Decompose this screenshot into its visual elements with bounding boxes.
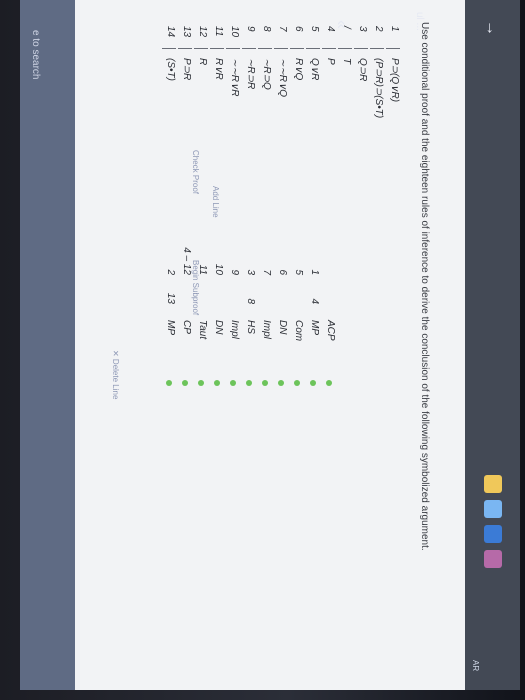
app-screen: Use conditional proof and the eighteen r… [20, 0, 520, 690]
statement: ∼R⊃Q [261, 58, 272, 90]
justification-ref: 5 [293, 269, 304, 275]
proof-line[interactable]: 10 ∼∼R∨R 9 Impl [226, 0, 240, 690]
photos-icon[interactable] [484, 550, 502, 568]
proof-line[interactable]: 13 P⊃R 4 – 12 CP [178, 0, 192, 690]
edge-icon[interactable] [484, 525, 502, 543]
statement: P⊃(Q∨R) [389, 58, 400, 103]
justification-rule: DN [213, 320, 224, 335]
justification-ref: 3 [245, 269, 256, 275]
statement: Q∨R [309, 58, 320, 81]
justification-rule: Com [293, 320, 304, 342]
justification-ref: 7 [261, 269, 272, 275]
proof-line[interactable]: 2 (P⊃R)⊃(S•T) [370, 0, 384, 690]
justification-rule: MP [309, 320, 320, 335]
status-dot [198, 380, 204, 386]
add-line-button[interactable]: Add Line [211, 186, 220, 218]
justification-ref: 2 [165, 269, 176, 275]
statement: ∼R⊃R [245, 58, 256, 90]
proof-line[interactable]: 9 ∼R⊃R 3 8 HS [242, 0, 256, 690]
justification-rule: DN [277, 320, 288, 335]
justification-ref: 1 [309, 269, 320, 275]
statement: P [325, 58, 336, 65]
proof-line[interactable]: 5 Q∨R 1 4 MP [306, 0, 320, 690]
justification-ref2: 8 [245, 298, 256, 304]
justification-ref: 6 [277, 269, 288, 275]
proof-line[interactable]: 4 P ACP [322, 0, 336, 690]
statement: ∼∼R∨R [229, 58, 240, 97]
proof-line[interactable]: 8 ∼R⊃Q 7 Impl [258, 0, 272, 690]
proof-line[interactable]: 11 R∨R 10 DN [210, 0, 224, 690]
proof-line[interactable]: 1 P⊃(Q∨R) [386, 0, 400, 690]
proof-line[interactable]: 12 R 11 Taut [194, 0, 208, 690]
status-dot [166, 380, 172, 386]
collapse-chevron-icon[interactable]: « [332, 20, 350, 29]
proof-line[interactable]: 6 R∨Q 5 Com [290, 0, 304, 690]
justification-rule: ACP [325, 320, 336, 341]
proof-line[interactable]: 3 Q⊃R [354, 0, 368, 690]
instruction-text: Use conditional proof and the eighteen r… [419, 22, 430, 551]
justification-ref2: 13 [165, 292, 176, 304]
taskbar [20, 0, 75, 690]
statement: Q⊃R [357, 58, 368, 82]
proof-line[interactable]: 14 (S•T) 2 13 MP [162, 0, 176, 690]
status-dot [246, 380, 252, 386]
status-dot [278, 380, 284, 386]
file-explorer-icon[interactable] [484, 475, 502, 493]
statement: R [197, 58, 208, 66]
status-dot [310, 380, 316, 386]
side-controls: « → ul ... [20, 0, 520, 55]
statement: ∼∼R∨Q [277, 58, 288, 98]
check-proof-button[interactable]: Check Proof [191, 150, 200, 194]
status-dot [182, 380, 188, 386]
justification-ref: 10 [213, 263, 224, 275]
corner-label: AR [471, 660, 480, 672]
statement: R∨Q [293, 58, 304, 81]
proof-line[interactable]: 7 ∼∼R∨Q 6 DN [274, 0, 288, 690]
statement: P⊃R [181, 58, 192, 81]
justification-ref2: 4 [309, 298, 320, 304]
status-dot [230, 380, 236, 386]
begin-subproof-button[interactable]: Begin Subproof [191, 260, 200, 315]
list-label: ul ... [414, 12, 425, 31]
justification-ref: 9 [229, 269, 240, 275]
taskbar-icons [465, 465, 520, 625]
status-dot [214, 380, 220, 386]
status-dot [262, 380, 268, 386]
status-dot [294, 380, 300, 386]
taskbar-search[interactable]: e to search [30, 30, 41, 79]
statement: T [341, 58, 352, 65]
arrow-right-icon[interactable]: → [482, 20, 500, 36]
statement: (P⊃R)⊃(S•T) [373, 58, 384, 119]
justification-rule: MP [165, 320, 176, 335]
justification-rule: HS [245, 320, 256, 334]
justification-rule: Impl [229, 320, 240, 339]
justification-rule: Taut [197, 320, 208, 340]
justification-rule: CP [181, 320, 192, 334]
status-dot [326, 380, 332, 386]
statement: (S•T) [165, 58, 176, 81]
justification-rule: Impl [261, 320, 272, 339]
store-icon[interactable] [484, 500, 502, 518]
proof-line[interactable]: / T [338, 0, 352, 690]
delete-line-button[interactable]: ✕ Delete Line [111, 350, 120, 399]
